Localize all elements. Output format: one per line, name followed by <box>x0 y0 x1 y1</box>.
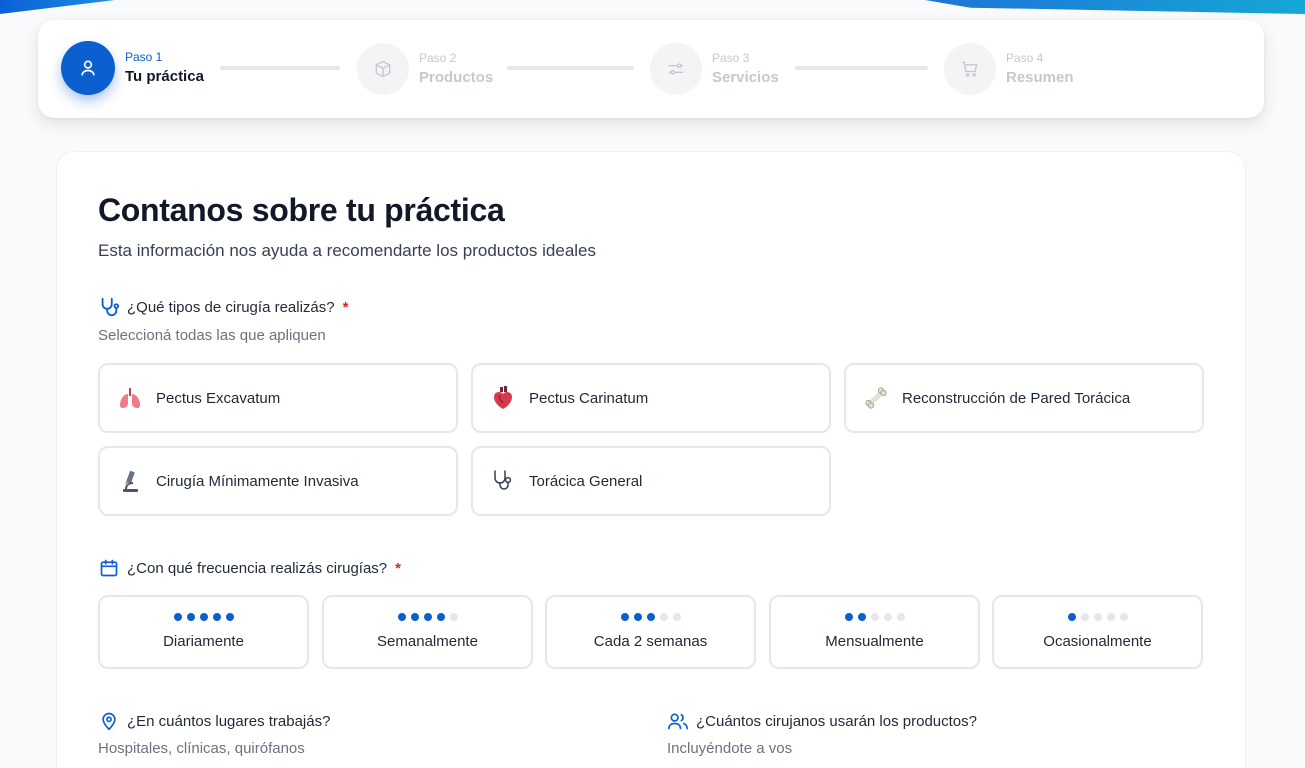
frequency-dot-filled <box>423 613 432 621</box>
lungs-icon <box>116 384 144 412</box>
frequency-dot-filled <box>436 613 445 621</box>
frequency-dot-empty <box>1106 613 1115 621</box>
places-label: ¿En cuántos lugares trabajás? <box>98 710 330 732</box>
step-number: Paso 4 <box>1006 51 1044 65</box>
option-label: Cirugía Mínimamente Invasiva <box>156 472 359 490</box>
option-label: Semanalmente <box>377 633 478 650</box>
frequency-dot-filled <box>633 613 642 621</box>
option-label: Cada 2 semanas <box>593 633 708 650</box>
frequency-label: ¿Con qué frecuencia realizás cirugías? * <box>98 557 401 579</box>
step-name: Resumen <box>1006 69 1074 86</box>
stethoscope-icon <box>98 296 120 318</box>
surgeons-label: ¿Cuántos cirujanos usarán los productos? <box>667 710 977 732</box>
bone-icon <box>862 384 890 412</box>
frequency-dot-filled <box>212 613 221 621</box>
step-name: Servicios <box>712 69 779 86</box>
step-connector <box>507 66 634 70</box>
places-hint: Hospitales, clínicas, quirófanos <box>98 740 305 757</box>
frequency-option-ocasionalmente[interactable]: Ocasionalmente <box>992 595 1203 669</box>
frequency-dot-empty <box>672 613 681 621</box>
option-minimamente-invasiva[interactable]: Cirugía Mínimamente Invasiva <box>98 446 458 516</box>
page-subtitle: Esta información nos ayuda a recomendart… <box>98 241 597 260</box>
option-pectus-excavatum[interactable]: Pectus Excavatum <box>98 363 458 433</box>
page-title: Contanos sobre tu práctica <box>98 192 505 228</box>
option-label: Pectus Carinatum <box>529 389 649 407</box>
step-3[interactable]: Paso 3 Servicios <box>650 43 779 95</box>
frequency-dot-empty <box>659 613 668 621</box>
frequency-dot-empty <box>896 613 905 621</box>
heart-icon <box>489 384 517 412</box>
option-pectus-carinatum[interactable]: Pectus Carinatum <box>471 363 831 433</box>
frequency-dots <box>994 613 1201 621</box>
box-icon <box>357 43 409 95</box>
surgery-types-hint: Seleccioná todas las que apliquen <box>98 327 326 344</box>
required-marker: * <box>342 298 349 316</box>
frequency-option-cada-2-semanas[interactable]: Cada 2 semanas <box>545 595 756 669</box>
question-text: ¿Qué tipos de cirugía realizás? <box>127 298 335 316</box>
frequency-dots <box>771 613 978 621</box>
frequency-dot-empty <box>870 613 879 621</box>
frequency-dots <box>547 613 754 621</box>
surgeons-hint: Incluyéndote a vos <box>667 740 793 757</box>
option-label: Mensualmente <box>825 633 924 650</box>
frequency-dot-filled <box>620 613 629 621</box>
calendar-icon <box>98 557 120 579</box>
step-name: Tu práctica <box>125 68 204 85</box>
step-2[interactable]: Paso 2 Productos <box>357 43 493 95</box>
step-4[interactable]: Paso 4 Resumen <box>944 43 1074 95</box>
frequency-dot-filled <box>844 613 853 621</box>
option-label: Ocasionalmente <box>1043 633 1152 650</box>
question-text: ¿Cuántos cirujanos usarán los productos? <box>696 712 977 730</box>
top-right-decoration <box>925 0 1305 14</box>
frequency-dots <box>100 613 307 621</box>
top-left-decoration <box>0 0 115 14</box>
frequency-dot-filled <box>199 613 208 621</box>
step-number: Paso 2 <box>419 51 457 65</box>
step-connector <box>220 66 340 70</box>
option-label: Reconstrucción de Pared Torácica <box>902 389 1131 407</box>
frequency-dot-filled <box>225 613 234 621</box>
frequency-dot-filled <box>186 613 195 621</box>
frequency-dot-filled <box>857 613 866 621</box>
frequency-dots <box>324 613 531 621</box>
microscope-icon <box>116 467 144 495</box>
step-name: Productos <box>419 69 494 86</box>
frequency-option-diariamente[interactable]: Diariamente <box>98 595 309 669</box>
option-reconstruccion-pared[interactable]: Reconstrucción de Pared Torácica <box>844 363 1204 433</box>
surgery-types-label: ¿Qué tipos de cirugía realizás? * <box>98 296 348 318</box>
frequency-dot-empty <box>883 613 892 621</box>
users-icon <box>667 710 689 732</box>
option-toracica-general[interactable]: Torácica General <box>471 446 831 516</box>
cart-icon <box>944 43 996 95</box>
user-icon <box>61 41 115 95</box>
step-1[interactable]: Paso 1 Tu práctica <box>61 41 204 95</box>
frequency-dot-filled <box>173 613 182 621</box>
frequency-dot-filled <box>410 613 419 621</box>
frequency-dot-empty <box>1119 613 1128 621</box>
stethoscope-icon <box>489 467 517 495</box>
step-connector <box>795 66 928 70</box>
location-pin-icon <box>98 710 120 732</box>
option-label: Pectus Excavatum <box>156 389 281 407</box>
required-marker: * <box>395 559 401 577</box>
frequency-dot-empty <box>449 613 458 621</box>
frequency-option-mensualmente[interactable]: Mensualmente <box>769 595 980 669</box>
frequency-dot-empty <box>1080 613 1089 621</box>
step-number: Paso 3 <box>712 51 750 65</box>
question-text: ¿Con qué frecuencia realizás cirugías? <box>127 559 388 577</box>
frequency-dot-filled <box>1067 613 1076 621</box>
step-number: Paso 1 <box>125 50 163 64</box>
frequency-dot-filled <box>646 613 655 621</box>
sliders-icon <box>650 43 702 95</box>
frequency-dot-filled <box>397 613 406 621</box>
frequency-option-semanalmente[interactable]: Semanalmente <box>322 595 533 669</box>
frequency-dot-empty <box>1093 613 1102 621</box>
option-label: Diariamente <box>163 633 244 650</box>
option-label: Torácica General <box>529 472 643 490</box>
progress-stepper: Paso 1 Tu práctica Paso 2 Productos Paso… <box>38 20 1264 118</box>
question-text: ¿En cuántos lugares trabajás? <box>127 712 331 730</box>
